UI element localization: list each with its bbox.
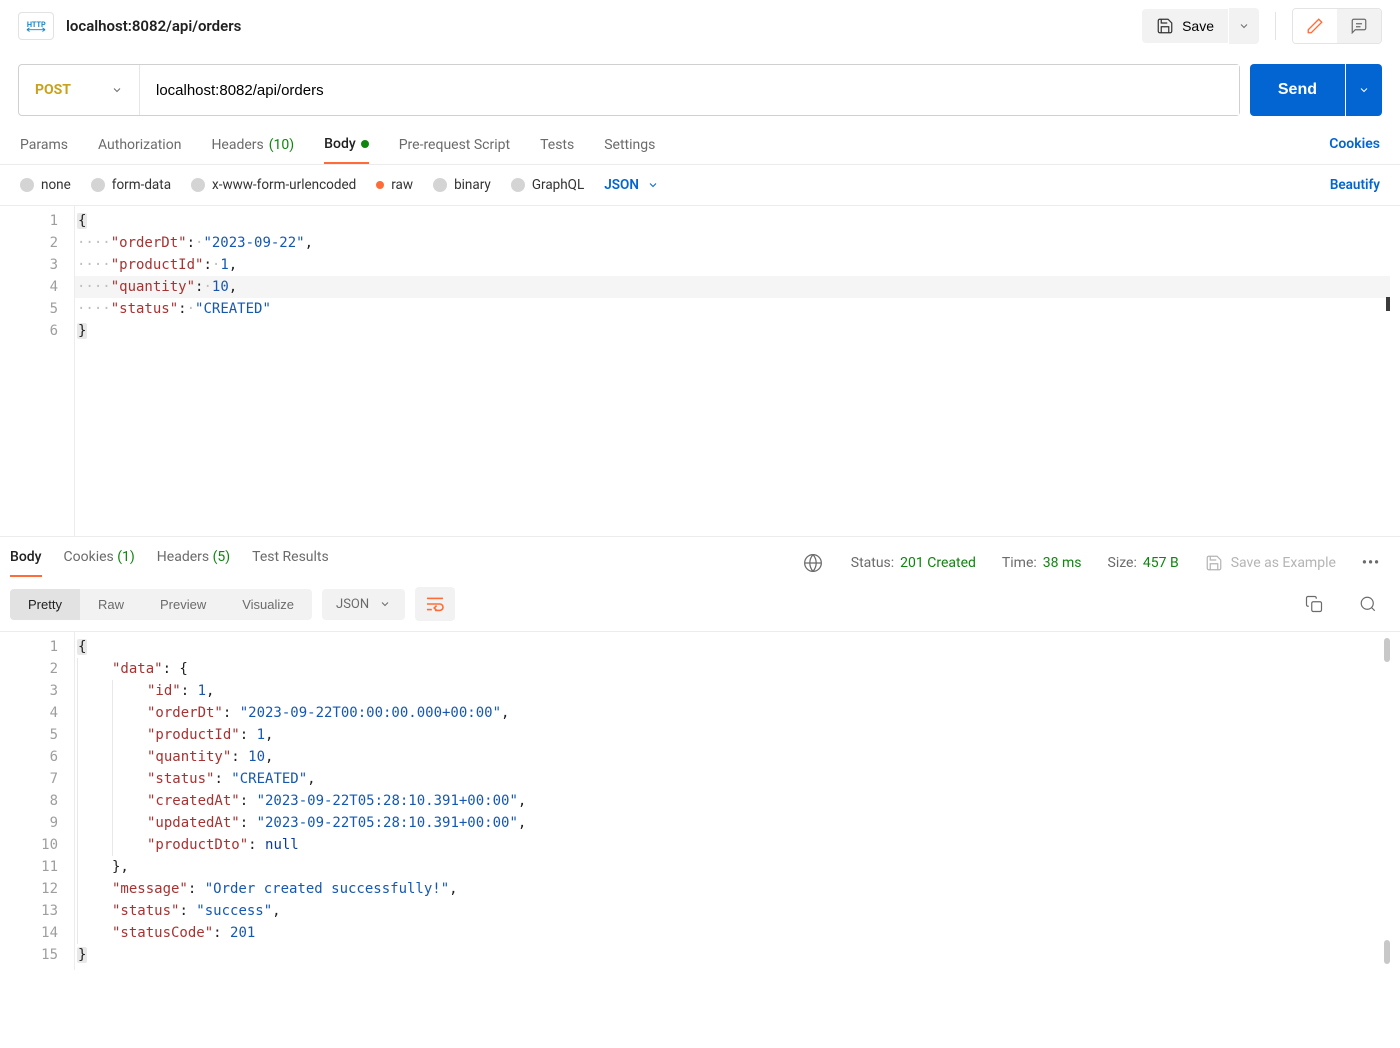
scrollbar-thumb[interactable] bbox=[1384, 940, 1390, 964]
search-icon bbox=[1359, 595, 1377, 613]
wrap-lines-button[interactable] bbox=[415, 587, 455, 621]
svg-text:HTTP: HTTP bbox=[27, 20, 46, 29]
beautify-link[interactable]: Beautify bbox=[1330, 177, 1380, 193]
cookies-link[interactable]: Cookies bbox=[1329, 136, 1380, 164]
more-options-button[interactable]: ••• bbox=[1362, 555, 1380, 571]
http-method-icon: HTTP bbox=[18, 12, 54, 40]
tab-tests[interactable]: Tests bbox=[540, 136, 574, 164]
save-icon bbox=[1156, 17, 1174, 35]
response-tab-body[interactable]: Body bbox=[10, 549, 42, 577]
body-type-graphql[interactable]: GraphQL bbox=[511, 177, 584, 193]
editor-gutter: 123456 bbox=[10, 206, 74, 536]
save-button[interactable]: Save bbox=[1142, 9, 1228, 43]
chevron-down-icon bbox=[647, 179, 659, 191]
save-as-example-button: Save as Example bbox=[1205, 554, 1336, 572]
scrollbar-thumb[interactable] bbox=[1384, 638, 1390, 662]
body-type-raw[interactable]: raw bbox=[376, 177, 413, 193]
body-type-x-www-form-urlencoded[interactable]: x-www-form-urlencoded bbox=[191, 177, 356, 193]
view-visualize-button[interactable]: Visualize bbox=[224, 589, 312, 620]
send-dropdown-button[interactable] bbox=[1346, 64, 1382, 116]
network-icon-button[interactable] bbox=[801, 551, 825, 575]
http-method-select[interactable]: POST bbox=[19, 65, 140, 115]
body-type-none[interactable]: none bbox=[20, 177, 71, 193]
chevron-down-icon bbox=[111, 84, 123, 96]
view-preview-button[interactable]: Preview bbox=[142, 589, 224, 620]
edit-icon-button[interactable] bbox=[1293, 9, 1337, 43]
response-body-viewer[interactable]: 123456789101112131415 {"data": {"id": 1,… bbox=[10, 632, 1390, 970]
save-button-label: Save bbox=[1182, 18, 1214, 34]
tab-params[interactable]: Params bbox=[20, 136, 68, 164]
chevron-down-icon bbox=[1238, 20, 1250, 32]
response-time: Time:38 ms bbox=[1002, 555, 1082, 571]
comment-icon bbox=[1350, 17, 1368, 35]
request-body-editor[interactable]: 123456 {····"orderDt":·"2023-09-22",····… bbox=[10, 206, 1390, 536]
view-pretty-button[interactable]: Pretty bbox=[10, 589, 80, 620]
response-tab-headers[interactable]: Headers (5) bbox=[157, 549, 230, 577]
pencil-icon bbox=[1306, 17, 1324, 35]
search-response-button[interactable] bbox=[1356, 592, 1380, 616]
response-language-select[interactable]: JSON bbox=[322, 589, 405, 620]
tab-settings[interactable]: Settings bbox=[604, 136, 655, 164]
tab-authorization[interactable]: Authorization bbox=[98, 136, 181, 164]
tab-header: HTTP localhost:8082/api/orders Save bbox=[0, 0, 1400, 52]
save-dropdown-button[interactable] bbox=[1229, 8, 1259, 44]
modified-dot-icon bbox=[361, 140, 369, 148]
response-size: Size:457 B bbox=[1108, 555, 1179, 571]
http-method-label: POST bbox=[35, 82, 71, 98]
url-input[interactable] bbox=[140, 65, 1239, 115]
save-icon bbox=[1205, 554, 1223, 572]
chevron-down-icon bbox=[379, 598, 391, 610]
editor-gutter: 123456789101112131415 bbox=[10, 632, 74, 970]
tab-title: localhost:8082/api/orders bbox=[66, 17, 241, 35]
wrap-icon bbox=[425, 596, 445, 612]
copy-icon bbox=[1305, 595, 1323, 613]
raw-language-select[interactable]: JSON bbox=[604, 177, 659, 193]
view-raw-button[interactable]: Raw bbox=[80, 589, 142, 620]
globe-icon bbox=[803, 553, 823, 573]
copy-response-button[interactable] bbox=[1302, 592, 1326, 616]
body-type-binary[interactable]: binary bbox=[433, 177, 491, 193]
cursor-marker bbox=[1386, 297, 1390, 311]
comment-icon-button[interactable] bbox=[1337, 9, 1381, 43]
tab-headers[interactable]: Headers (10) bbox=[211, 136, 294, 164]
response-tab-test-results[interactable]: Test Results bbox=[252, 549, 329, 577]
body-type-form-data[interactable]: form-data bbox=[91, 177, 171, 193]
response-tab-cookies[interactable]: Cookies (1) bbox=[64, 549, 135, 577]
chevron-down-icon bbox=[1358, 84, 1370, 96]
send-button[interactable]: Send bbox=[1250, 64, 1345, 116]
tab-body[interactable]: Body bbox=[324, 136, 369, 164]
tab-prerequest-script[interactable]: Pre-request Script bbox=[399, 136, 510, 164]
response-status: Status:201 Created bbox=[851, 555, 976, 571]
